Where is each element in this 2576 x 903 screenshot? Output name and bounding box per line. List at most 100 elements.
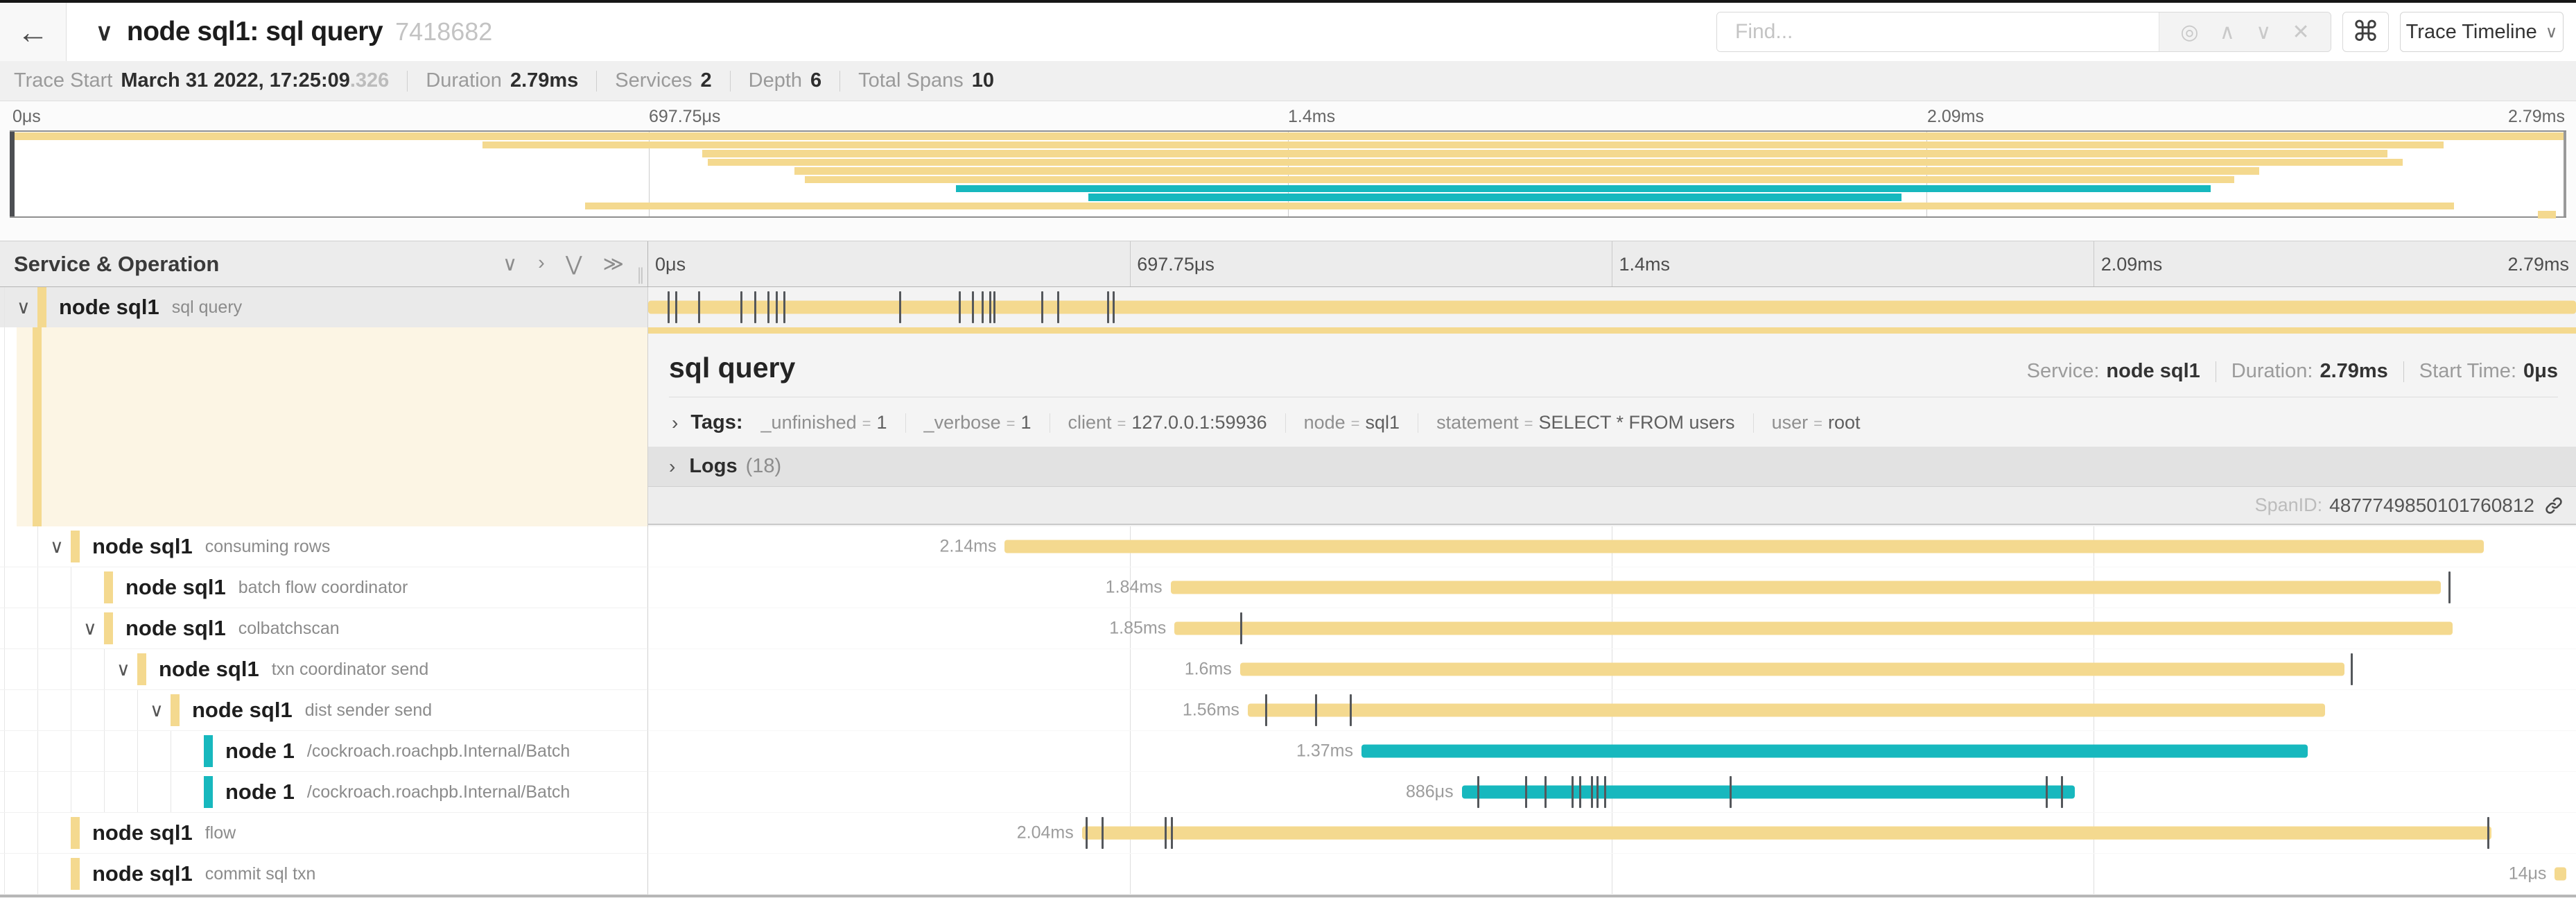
expand-one-icon[interactable]: › [538, 252, 545, 276]
span-row[interactable]: node sql1batch flow coordinator1.84ms [0, 567, 2576, 608]
minimap-canvas[interactable] [10, 130, 2566, 218]
span-row[interactable]: ∨node sql1txn coordinator send1.6ms [0, 649, 2576, 690]
span-bar[interactable] [1082, 827, 2491, 840]
span-tree-cell[interactable]: ∨node sql1colbatchscan [0, 608, 648, 649]
log-marker[interactable] [1572, 776, 1574, 808]
span-tree-cell[interactable]: node sql1batch flow coordinator [0, 567, 648, 608]
log-marker[interactable] [2448, 571, 2451, 603]
log-marker[interactable] [1730, 776, 1732, 808]
find-input[interactable] [1717, 12, 2159, 51]
span-chevron-icon[interactable]: ∨ [116, 659, 137, 680]
log-marker[interactable] [1041, 291, 1043, 323]
collapse-all-icon[interactable]: ⋁ [566, 252, 582, 276]
log-marker[interactable] [767, 291, 769, 323]
span-bar[interactable] [1004, 540, 2483, 553]
log-marker[interactable] [1596, 776, 1599, 808]
minimap-left-handle[interactable] [10, 132, 15, 216]
log-marker[interactable] [959, 291, 961, 323]
span-bar[interactable] [1361, 745, 2308, 758]
root-span-row[interactable]: ∨ node sql1 sql query [0, 287, 2576, 327]
span-tree-cell[interactable]: node 1/cockroach.roachpb.Internal/Batch [0, 772, 648, 813]
log-marker[interactable] [1604, 776, 1606, 808]
span-row[interactable]: node 1/cockroach.roachpb.Internal/Batch8… [0, 772, 2576, 813]
span-row[interactable]: ∨node sql1consuming rows2.14ms [0, 526, 2576, 567]
span-timeline-cell[interactable]: 1.84ms [648, 567, 2576, 608]
log-marker[interactable] [776, 291, 778, 323]
log-marker[interactable] [668, 291, 670, 323]
log-marker[interactable] [698, 291, 700, 323]
log-marker[interactable] [1579, 776, 1581, 808]
span-bar[interactable] [1240, 663, 2345, 676]
span-tree-cell[interactable]: node 1/cockroach.roachpb.Internal/Batch [0, 731, 648, 772]
log-marker[interactable] [1107, 291, 1109, 323]
log-marker[interactable] [1315, 694, 1317, 726]
tags-accordion[interactable]: › Tags: _unfinished=1_verbose=1client=12… [648, 397, 2576, 434]
log-marker[interactable] [1265, 694, 1267, 726]
span-bar[interactable] [1171, 581, 2442, 594]
log-marker[interactable] [2046, 776, 2048, 808]
log-marker[interactable] [2061, 776, 2063, 808]
span-bar[interactable] [1174, 622, 2453, 635]
log-marker[interactable] [740, 291, 742, 323]
log-marker[interactable] [989, 291, 991, 323]
log-marker[interactable] [1113, 291, 1115, 323]
span-timeline-cell[interactable]: 1.56ms [648, 690, 2576, 731]
span-timeline-cell[interactable]: 886μs [648, 772, 2576, 813]
column-resize-handle[interactable]: ∥ [636, 265, 645, 285]
span-timeline-cell[interactable]: 2.14ms [648, 526, 2576, 567]
keyboard-shortcuts-button[interactable]: ⌘ [2342, 12, 2389, 52]
span-tree-cell[interactable]: ∨node sql1dist sender send [0, 690, 648, 731]
minimap-right-handle[interactable] [2564, 132, 2566, 216]
span-row[interactable]: node sql1flow2.04ms [0, 813, 2576, 854]
clear-search-icon[interactable]: ✕ [2292, 20, 2310, 44]
span-tree-cell[interactable]: ∨node sql1consuming rows [0, 526, 648, 567]
view-selector-button[interactable]: Trace Timeline ∨ [2400, 12, 2564, 52]
collapse-one-icon[interactable]: ∨ [503, 252, 517, 276]
back-button[interactable]: ← [0, 3, 67, 61]
log-marker[interactable] [993, 291, 995, 323]
span-tree-cell[interactable]: node sql1commit sql txn [0, 854, 648, 895]
log-marker[interactable] [1102, 817, 1104, 849]
log-marker[interactable] [2351, 653, 2353, 685]
span-chevron-icon[interactable]: ∨ [50, 536, 71, 558]
log-marker[interactable] [754, 291, 756, 323]
log-marker[interactable] [1165, 817, 1167, 849]
log-marker[interactable] [1350, 694, 1352, 726]
log-marker[interactable] [982, 291, 984, 323]
root-span-timeline-cell[interactable] [648, 287, 2576, 327]
span-tree-cell[interactable]: ∨node sql1txn coordinator send [0, 649, 648, 690]
link-icon[interactable] [2544, 496, 2564, 515]
span-bar[interactable] [2555, 868, 2566, 881]
span-timeline-cell[interactable]: 14μs [648, 854, 2576, 895]
span-row[interactable]: ∨node sql1colbatchscan1.85ms [0, 608, 2576, 649]
prev-match-icon[interactable]: ∧ [2220, 20, 2235, 44]
span-chevron-icon[interactable]: ∨ [83, 618, 104, 639]
log-marker[interactable] [1057, 291, 1059, 323]
log-marker[interactable] [783, 291, 785, 323]
span-bar[interactable] [1248, 704, 2326, 717]
span-timeline-cell[interactable]: 1.6ms [648, 649, 2576, 690]
log-marker[interactable] [2487, 817, 2489, 849]
locate-icon[interactable]: ◎ [2180, 20, 2198, 44]
span-tree-cell[interactable]: node sql1flow [0, 813, 648, 854]
log-marker[interactable] [972, 291, 974, 323]
log-marker[interactable] [1240, 612, 1242, 644]
span-row[interactable]: node sql1commit sql txn14μs [0, 854, 2576, 895]
span-row[interactable]: ∨node sql1dist sender send1.56ms [0, 690, 2576, 731]
log-marker[interactable] [1171, 817, 1173, 849]
span-chevron-icon[interactable]: ∨ [17, 297, 37, 318]
span-timeline-cell[interactable]: 1.37ms [648, 731, 2576, 772]
log-marker[interactable] [899, 291, 901, 323]
span-timeline-cell[interactable]: 1.85ms [648, 608, 2576, 649]
span-timeline-cell[interactable]: 2.04ms [648, 813, 2576, 854]
next-match-icon[interactable]: ∨ [2256, 20, 2271, 44]
logs-accordion[interactable]: › Logs (18) [648, 447, 2576, 487]
log-marker[interactable] [675, 291, 677, 323]
expand-all-icon[interactable]: ≫ [603, 252, 624, 276]
root-span-tree-cell[interactable]: ∨ node sql1 sql query [0, 287, 648, 327]
span-row[interactable]: node 1/cockroach.roachpb.Internal/Batch1… [0, 731, 2576, 772]
span-bar[interactable] [648, 301, 2576, 314]
log-marker[interactable] [1086, 817, 1088, 849]
log-marker[interactable] [1544, 776, 1547, 808]
log-marker[interactable] [1477, 776, 1479, 808]
